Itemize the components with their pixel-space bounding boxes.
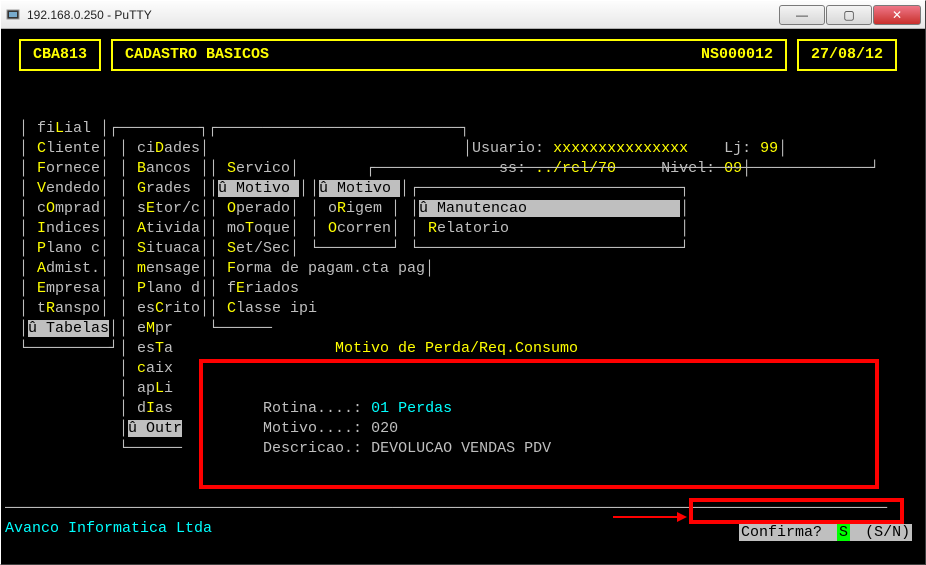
menu2-item[interactable]: │ mensage│ — [119, 259, 209, 279]
menu2-item[interactable]: │ Bancos │ — [119, 159, 209, 179]
terminal: CBA813 CADASTRO BASICOS NS000012 27/08/1… — [1, 29, 925, 564]
menu2-item[interactable]: │ Grades │ — [119, 179, 209, 199]
menu4-item[interactable]: │û Motivo │ — [310, 179, 409, 199]
maximize-button[interactable]: ▢ — [826, 5, 872, 25]
menu4-item[interactable]: │ oRigem │ — [310, 199, 400, 219]
menu3-item[interactable]: │ Servico│ — [209, 159, 299, 179]
menu3-item[interactable]: │ Set/Sec│ — [209, 239, 299, 259]
menu1-item[interactable]: │ Plano c│ — [19, 239, 109, 259]
close-button[interactable]: ✕ — [873, 5, 921, 25]
menu1-item[interactable]: │ tRanspo│ — [19, 299, 109, 319]
menu1-item-selected[interactable]: │û Tabelas│ — [19, 319, 118, 339]
menu1-item[interactable]: │ Empresa│ — [19, 279, 109, 299]
menu3-item-selected[interactable]: │û Motivo │ — [209, 179, 308, 199]
menu3-item[interactable]: │ fEriados — [209, 279, 299, 299]
header-row: CBA813 CADASTRO BASICOS NS000012 27/08/1… — [19, 39, 897, 71]
menu2-item[interactable]: │ caix — [119, 359, 173, 379]
menu1-item[interactable]: │ Indices│ — [19, 219, 109, 239]
menu3-item[interactable]: │ Operado│ — [209, 199, 299, 219]
menu1-item[interactable]: │ Vendedo│ — [19, 179, 109, 199]
userbox-border: ┌───────────────────────────────────────… — [303, 159, 879, 179]
menu4-item[interactable]: │ Ocorren│ — [310, 219, 400, 239]
formbox-title: Motivo de Perda/Req.Consumo — [335, 339, 578, 359]
menu5-border: └─────────────────────────────┘ — [410, 239, 689, 259]
highlight-confirm-box — [689, 498, 904, 524]
menu3-item[interactable]: │ Classe ipi — [209, 299, 317, 319]
confirm-value[interactable]: S — [837, 524, 850, 541]
header-ns: NS000012 — [701, 45, 773, 65]
menu2-border: └────── — [119, 439, 182, 459]
footer-company: Avanco Informatica Ltda — [5, 519, 212, 539]
menu1-border: └─────────┘ — [19, 339, 118, 359]
menu3-border: └────── — [209, 319, 272, 339]
menu1-item[interactable]: │ cOmprad│ — [19, 199, 109, 219]
menu1-item[interactable]: │ Fornece│ — [19, 159, 109, 179]
menu2-item[interactable]: │ apLi — [119, 379, 173, 399]
menu2-item[interactable]: │ Ativida│ — [119, 219, 209, 239]
menu1-item[interactable]: │ fiLial │┌─────────┐┌──────────────────… — [19, 119, 469, 139]
menu2-item[interactable]: │ dIas — [119, 399, 173, 419]
header-title-box: CADASTRO BASICOS NS000012 — [111, 39, 787, 71]
titlebar: 192.168.0.250 - PuTTY — ▢ ✕ — [1, 1, 925, 29]
menu1-item[interactable]: │ Admist.│ — [19, 259, 109, 279]
header-title: CADASTRO BASICOS — [125, 45, 269, 65]
menu2-item-selected[interactable]: │û Outr — [119, 419, 182, 439]
menu2-item[interactable]: │ esTa — [119, 339, 173, 359]
menu2-item[interactable]: │ ciDades│ — [119, 139, 209, 159]
putty-window: 192.168.0.250 - PuTTY — ▢ ✕ CBA813 CADAS… — [0, 0, 926, 565]
menu3-item[interactable]: │ moToque│ — [209, 219, 299, 239]
menu2-item[interactable]: │ esCrito│ — [119, 299, 209, 319]
menu3-item[interactable]: │ Forma de pagam.cta pag│ — [209, 259, 434, 279]
annotation-arrow — [613, 508, 687, 528]
header-date: 27/08/12 — [797, 39, 897, 71]
menu5-item-selected[interactable]: │û Manutencao │ — [410, 199, 689, 219]
highlight-form-box — [199, 359, 879, 489]
menu5-item[interactable]: │ Relatorio │ — [410, 219, 689, 239]
menu2-item[interactable]: │ eMpr — [119, 319, 173, 339]
menu2-item[interactable]: │ sEtor/c│ — [119, 199, 209, 219]
menu2-item[interactable]: │ Plano d│ — [119, 279, 209, 299]
window-title: 192.168.0.250 - PuTTY — [27, 8, 152, 22]
header-code: CBA813 — [19, 39, 101, 71]
menu2-item[interactable]: │ Situaca│ — [119, 239, 209, 259]
minimize-button[interactable]: — — [779, 5, 825, 25]
menu1-item[interactable]: │ Cliente│ — [19, 139, 109, 159]
menu4-border: └────────┘ — [310, 239, 400, 259]
putty-icon — [5, 7, 21, 23]
